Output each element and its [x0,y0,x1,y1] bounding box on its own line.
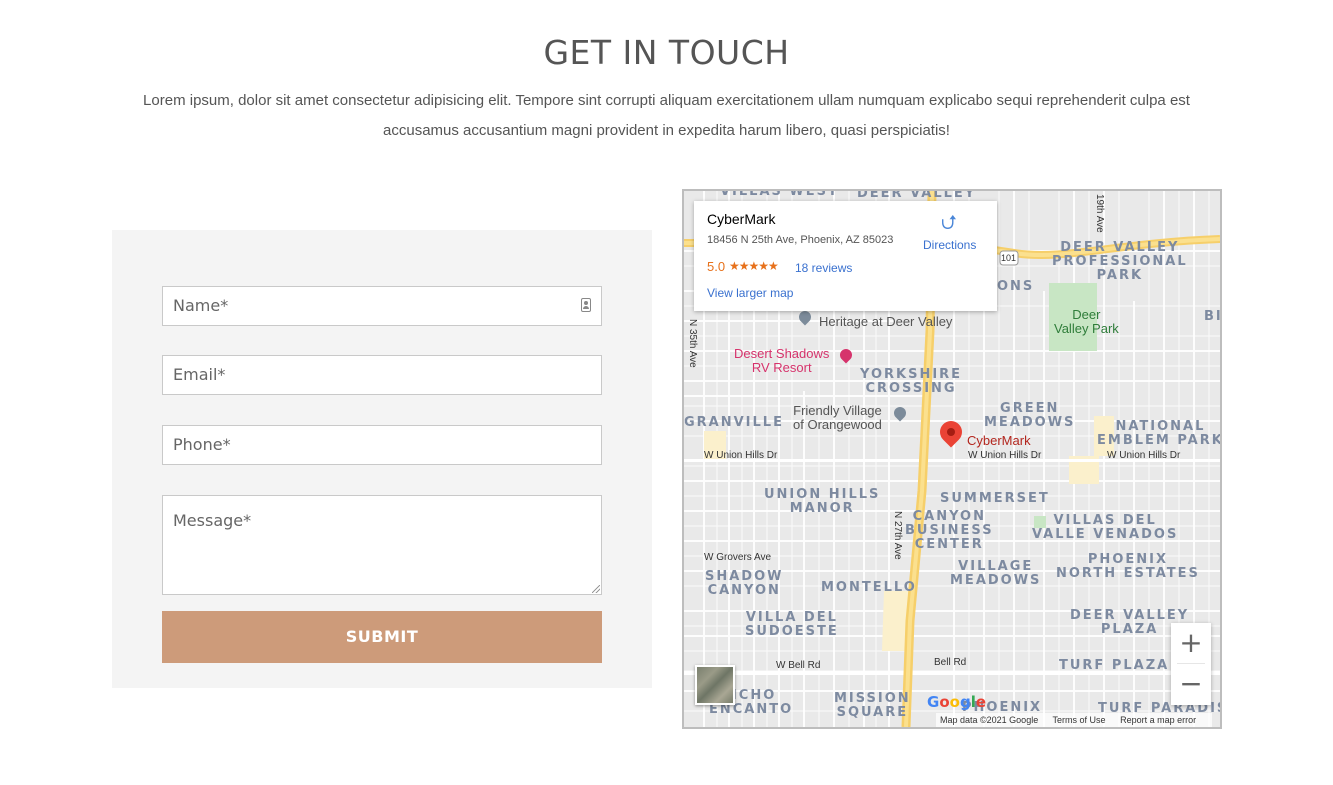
directions-link[interactable]: Directions [923,238,976,252]
area-shadow-canyon: SHADOW CANYON [705,569,784,598]
place-address: 18456 N 25th Ave, Phoenix, AZ 85023 [707,234,894,246]
area-national-emblem: NATIONAL EMBLEM PARK [1097,419,1222,448]
poi-heritage[interactable]: Heritage at Deer Valley [819,315,952,329]
area-summerset: SUMMERSET [940,491,1050,506]
map-data-credit: Map data ©2021 Google [940,715,1039,725]
place-name: CyberMark [707,211,776,227]
zoom-control: + − [1171,623,1211,705]
area-canyon-business: CANYON BUSINESS CENTER [905,509,994,552]
zoom-out-button[interactable]: − [1171,664,1211,704]
area-villas-west: VILLAS WEST [720,189,839,199]
message-placeholder: Message* [173,511,252,530]
email-placeholder: Email* [173,365,226,384]
submit-button[interactable]: SUBMIT [162,611,602,663]
contact-form-panel: Name* Email* Phone* Message* SUBMIT [112,230,652,688]
area-village-meadows: VILLAGE MEADOWS [950,559,1042,588]
area-green-meadows: GREEN MEADOWS [984,401,1076,430]
road-union-hills-left: W Union Hills Dr [704,450,778,461]
satellite-toggle[interactable] [695,665,735,705]
area-ons: ONS [997,279,1035,294]
intro-text: Lorem ipsum, dolor sit amet consectetur … [143,92,1190,139]
phone-field[interactable]: Phone* [162,425,602,465]
area-union-hills-manor: UNION HILLS MANOR [764,487,881,516]
road-bell-mid: Bell Rd [934,657,967,668]
road-bell-left: W Bell Rd [776,660,821,671]
road-union-hills-mid: W Union Hills Dr [968,450,1042,461]
email-field[interactable]: Email* [162,355,602,395]
area-yorkshire-crossing: YORKSHIRE CROSSING [860,367,963,396]
area-phoenix-north-estates: PHOENIX NORTH ESTATES [1056,552,1200,581]
area-villa-del-sudoeste: VILLA DEL SUDOESTE [745,610,839,639]
area-mission-square: MISSION SQUARE [834,691,911,720]
place-rating: 5.0 [707,259,726,274]
place-info-card: CyberMark 18456 N 25th Ave, Phoenix, AZ … [694,201,997,311]
message-field[interactable]: Message* [162,495,602,595]
terms-link[interactable]: Terms of Use [1053,715,1106,725]
area-villas-del-valle: VILLAS DEL VALLE VENADOS [1032,513,1179,542]
poi-friendly-village[interactable]: Friendly Village of Orangewood [793,404,882,432]
area-granville: GRANVILLE [684,415,784,430]
directions-icon[interactable]: ⮍ [941,213,957,233]
area-bi: BI [1204,309,1222,324]
page-title: GET IN TOUCH [543,33,790,72]
area-turf-plaza: TURF PLAZA [1059,658,1170,673]
reviews-link[interactable]: 18 reviews [795,261,852,275]
area-deer-valley-top: DEER VALLEY [857,189,977,201]
poi-deer-valley-park[interactable]: Deer Valley Park [1054,308,1119,336]
report-error-link[interactable]: Report a map error [1120,715,1196,725]
zoom-in-button[interactable]: + [1171,623,1211,663]
resize-grip-icon[interactable] [592,585,600,593]
road-27th-ave: N 27th Ave [892,511,903,560]
road-grovers: W Grovers Ave [704,552,772,563]
marker-label[interactable]: CyberMark [967,433,1031,448]
area-deer-valley-professional: DEER VALLEY PROFESSIONAL PARK [1052,240,1188,283]
area-montello: MONTELLO [821,580,917,595]
contact-card-icon[interactable] [581,298,591,312]
map-footer: Map data ©2021 Google Terms of Use Repor… [936,713,1213,727]
view-larger-map-link[interactable]: View larger map [707,286,793,300]
google-logo: Google [927,693,987,711]
phone-placeholder: Phone* [173,435,231,454]
poi-desert-shadows[interactable]: Desert Shadows RV Resort [734,347,829,375]
road-35th-ave: N 35th Ave [687,319,698,368]
map-embed[interactable]: VILLAS WEST DEER VALLEY DEER VALLEY PROF… [682,189,1222,729]
road-19th-ave: 19th Ave [1094,194,1105,233]
name-field[interactable]: Name* [162,286,602,326]
road-union-hills-right: W Union Hills Dr [1107,450,1181,461]
rating-stars-icon: ★★★★★ [729,259,779,273]
highway-101-label: 101 [1001,253,1017,263]
name-placeholder: Name* [173,296,229,315]
